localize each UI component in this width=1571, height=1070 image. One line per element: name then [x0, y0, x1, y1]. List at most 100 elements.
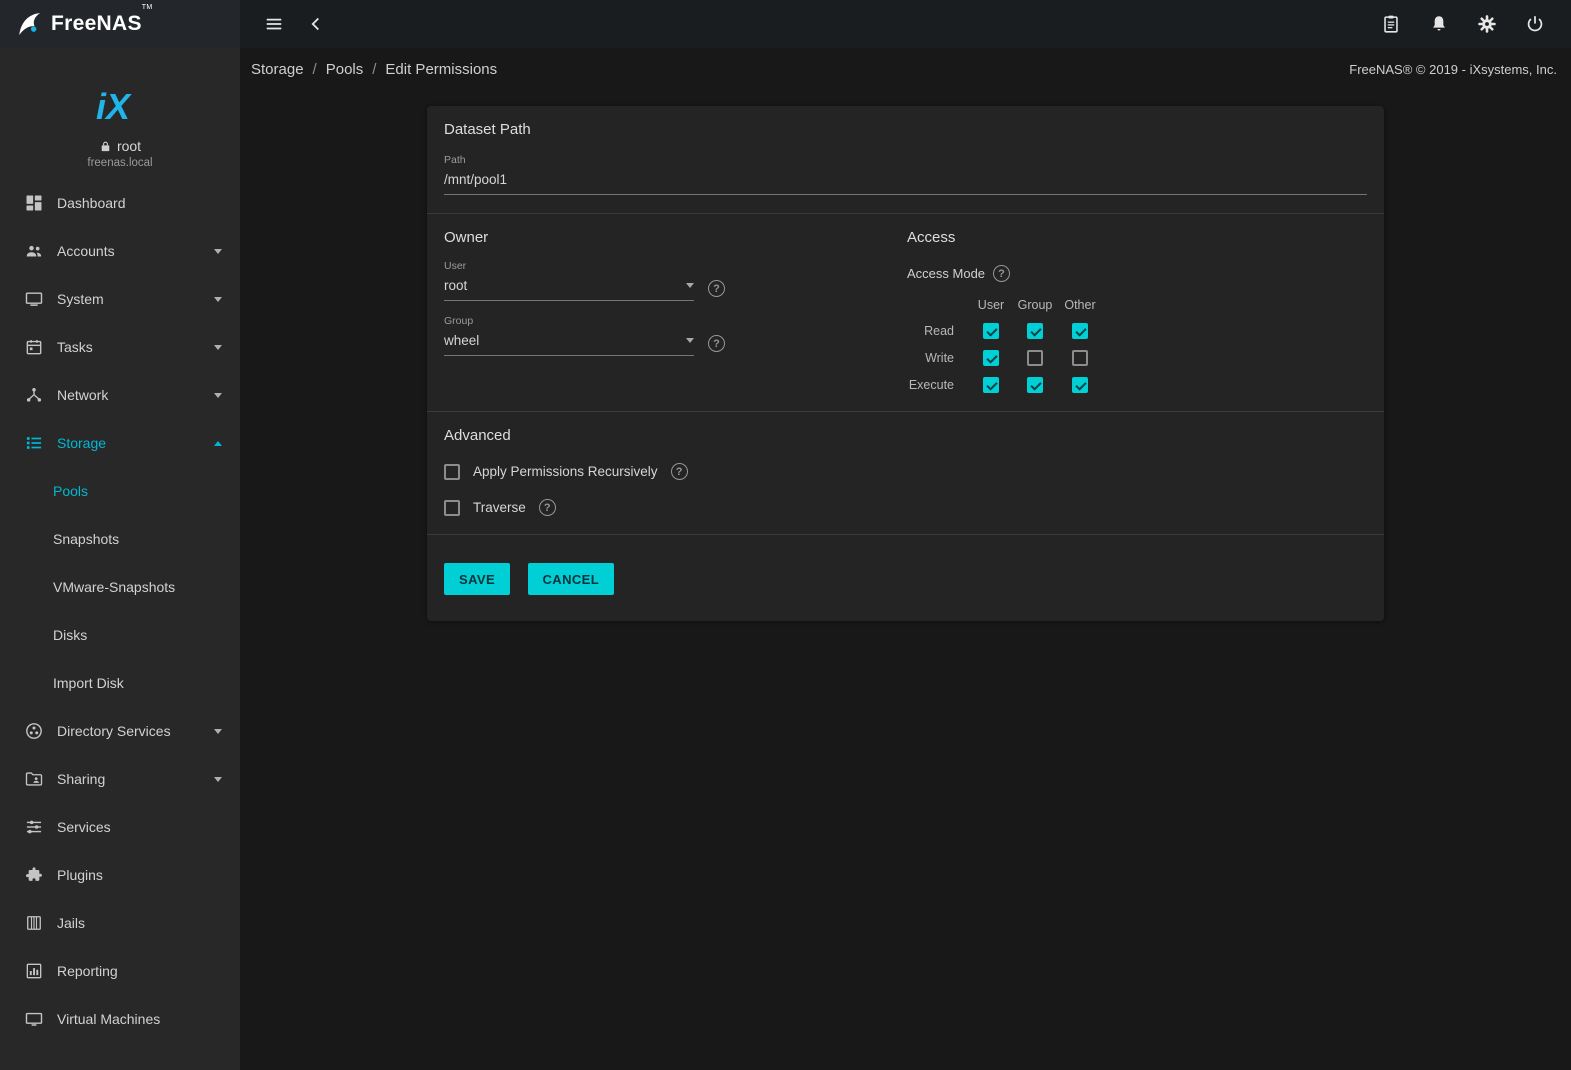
sidebar-item-accounts[interactable]: Accounts [0, 227, 240, 275]
read-user-checkbox[interactable] [983, 323, 999, 339]
ix-logo: iX [0, 82, 240, 130]
sidebar-item-pools[interactable]: Pools [0, 467, 240, 515]
execute-user-checkbox[interactable] [983, 377, 999, 393]
power-icon[interactable] [1523, 12, 1547, 36]
people-icon [24, 241, 44, 261]
sidebar-item-dashboard[interactable]: Dashboard [0, 179, 240, 227]
form-actions: SAVE CANCEL [427, 535, 1384, 621]
puzzle-icon [24, 865, 44, 885]
group-select[interactable]: wheel [444, 329, 694, 356]
sidebar-item-snapshots[interactable]: Snapshots [0, 515, 240, 563]
sidebar-item-system[interactable]: System [0, 275, 240, 323]
traverse-checkbox[interactable] [444, 500, 460, 516]
user-help-icon[interactable] [708, 280, 725, 297]
sidebar-item-label: Dashboard [57, 195, 126, 211]
traverse-help-icon[interactable] [539, 499, 556, 516]
sidebar-subitem-label: VMware-Snapshots [53, 579, 175, 595]
sidebar-item-services[interactable]: Services [0, 803, 240, 851]
access-col-other: Other [1057, 298, 1103, 312]
computer-icon [24, 289, 44, 309]
user-select[interactable]: root [444, 274, 694, 301]
sidebar-subitem-label: Import Disk [53, 675, 124, 691]
path-field: Path /mnt/pool1 [444, 154, 1367, 195]
sidebar-item-label: Storage [57, 435, 106, 451]
sidebar-item-plugins[interactable]: Plugins [0, 851, 240, 899]
sidebar-nav: Dashboard Accounts System Tasks Network … [0, 179, 240, 1043]
chevron-up-icon [214, 441, 222, 446]
sidebar-item-label: Virtual Machines [57, 1011, 160, 1027]
access-mode-help-icon[interactable] [993, 265, 1010, 282]
cancel-button[interactable]: CANCEL [528, 563, 615, 595]
folder-shared-icon [24, 769, 44, 789]
user-select-value: root [444, 278, 467, 293]
advanced-title: Advanced [444, 427, 1367, 444]
topbar: FreeNASTM [0, 0, 1571, 48]
read-group-checkbox[interactable] [1027, 323, 1043, 339]
advanced-section: Advanced Apply Permissions Recursively T… [427, 412, 1384, 534]
sidebar-item-tasks[interactable]: Tasks [0, 323, 240, 371]
execute-other-checkbox[interactable] [1072, 377, 1088, 393]
chevron-down-icon [214, 777, 222, 782]
apply-permissions-recursively-label: Apply Permissions Recursively [473, 464, 658, 479]
sidebar: iX root freenas.local Dashboard Accounts… [0, 48, 240, 1070]
traverse-row: Traverse [444, 499, 1367, 516]
menu-icon[interactable] [262, 12, 286, 36]
sidebar-item-storage[interactable]: Storage [0, 419, 240, 467]
sidebar-item-label: Reporting [57, 963, 118, 979]
breadcrumb-separator: / [372, 61, 376, 78]
access-column: Access Access Mode User Group Other Read… [907, 229, 1367, 393]
access-col-group: Group [1013, 298, 1057, 312]
sidebar-item-reporting[interactable]: Reporting [0, 947, 240, 995]
chevron-left-icon[interactable] [304, 12, 328, 36]
group-help-icon[interactable] [708, 335, 725, 352]
sidebar-item-label: Directory Services [57, 723, 171, 739]
group-field: Group wheel [444, 315, 694, 356]
copyright-text: FreeNAS® © 2019 - iXsystems, Inc. [1349, 62, 1557, 77]
bar-chart-icon [24, 961, 44, 981]
settings-icon[interactable] [1475, 12, 1499, 36]
path-input[interactable]: /mnt/pool1 [444, 168, 1367, 195]
freenas-fin-icon [12, 7, 46, 41]
apply-recursively-help-icon[interactable] [671, 463, 688, 480]
user-label: User [444, 260, 694, 272]
sidebar-item-vmware-snapshots[interactable]: VMware-Snapshots [0, 563, 240, 611]
read-other-checkbox[interactable] [1072, 323, 1088, 339]
sidebar-item-network[interactable]: Network [0, 371, 240, 419]
sidebar-item-jails[interactable]: Jails [0, 899, 240, 947]
sidebar-header: iX root freenas.local [0, 48, 240, 169]
breadcrumb-pools[interactable]: Pools [326, 61, 364, 78]
assignment-icon[interactable] [1379, 12, 1403, 36]
chevron-down-icon [214, 729, 222, 734]
write-group-checkbox[interactable] [1027, 350, 1043, 366]
sidebar-subitem-label: Pools [53, 483, 88, 499]
sidebar-item-virtual-machines[interactable]: Virtual Machines [0, 995, 240, 1043]
sidebar-item-label: Network [57, 387, 108, 403]
sidebar-item-disks[interactable]: Disks [0, 611, 240, 659]
write-other-checkbox[interactable] [1072, 350, 1088, 366]
write-user-checkbox[interactable] [983, 350, 999, 366]
breadcrumb-storage[interactable]: Storage [251, 61, 304, 78]
sidebar-item-sharing[interactable]: Sharing [0, 755, 240, 803]
main-content: Storage / Pools / Edit Permissions FreeN… [240, 48, 1571, 1070]
breadcrumb-edit-permissions: Edit Permissions [385, 61, 497, 78]
chevron-down-icon [686, 338, 694, 343]
edit-permissions-card: Dataset Path Path /mnt/pool1 Owner User … [427, 106, 1384, 621]
sidebar-item-label: System [57, 291, 104, 307]
access-row-write-label: Write [907, 351, 969, 365]
save-button[interactable]: SAVE [444, 563, 510, 595]
breadcrumb-separator: / [313, 61, 317, 78]
notifications-icon[interactable] [1427, 12, 1451, 36]
traverse-label: Traverse [473, 500, 526, 515]
sidebar-item-directory-services[interactable]: Directory Services [0, 707, 240, 755]
access-row-execute-label: Execute [907, 378, 969, 392]
execute-group-checkbox[interactable] [1027, 377, 1043, 393]
apply-permissions-recursively-checkbox[interactable] [444, 464, 460, 480]
freenas-logo: FreeNASTM [0, 0, 240, 48]
access-col-user: User [969, 298, 1013, 312]
owner-column: Owner User root Group w [444, 229, 907, 393]
tune-icon [24, 817, 44, 837]
sidebar-item-import-disk[interactable]: Import Disk [0, 659, 240, 707]
brand-wordmark: FreeNASTM [51, 12, 153, 36]
user-field: User root [444, 260, 694, 301]
access-title: Access [907, 229, 1367, 246]
